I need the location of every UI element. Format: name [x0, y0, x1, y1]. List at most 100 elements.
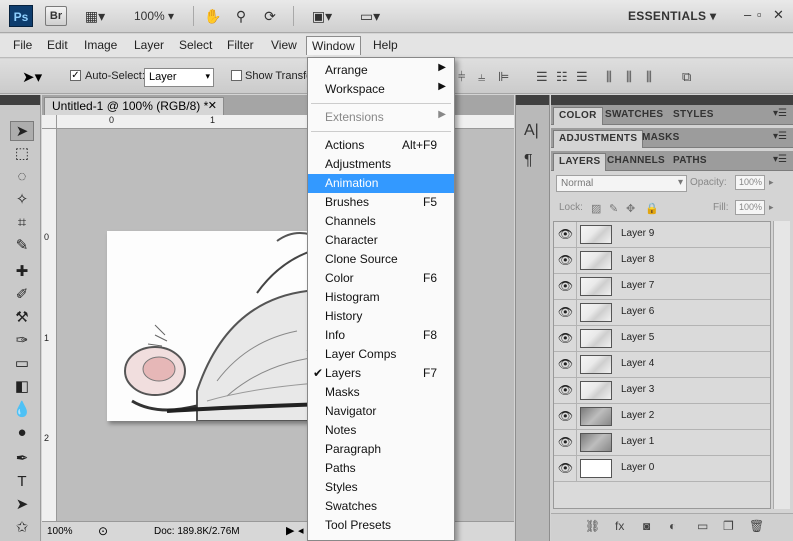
tab-color[interactable]: COLOR — [553, 107, 603, 125]
lasso-tool-icon[interactable]: ◌ — [10, 167, 34, 187]
blur-tool-icon[interactable]: 💧 — [10, 400, 34, 420]
menu-item-character[interactable]: Character — [308, 231, 454, 250]
fill-slider-arrow-icon[interactable]: ▸ — [769, 202, 774, 213]
hand-icon[interactable]: ✋ — [203, 7, 223, 25]
opacity-slider-arrow-icon[interactable]: ▸ — [769, 177, 774, 188]
panel-menu-icon[interactable]: ▾☰ — [773, 108, 787, 119]
marquee-tool-icon[interactable]: ⬚ — [10, 144, 34, 164]
link-layers-icon[interactable]: ⛓ — [585, 519, 600, 533]
tab-paths[interactable]: PATHS — [668, 153, 712, 171]
new-group-icon[interactable]: ▭ — [697, 519, 708, 533]
visibility-eye-icon[interactable]: 👁 — [555, 378, 577, 403]
launch-bridge-button[interactable]: Br — [45, 6, 67, 26]
layer-row[interactable]: 👁 Layer 7 — [554, 274, 770, 300]
tab-adjustments[interactable]: ADJUSTMENTS — [553, 130, 644, 148]
type-tool-icon[interactable]: T — [10, 472, 34, 492]
layer-row[interactable]: 👁 Layer 5 — [554, 326, 770, 352]
rotate-view-icon[interactable]: ⟳ — [259, 7, 281, 25]
visibility-eye-icon[interactable]: 👁 — [555, 326, 577, 351]
tab-swatches[interactable]: SWATCHES — [600, 107, 668, 125]
menu-item-histogram[interactable]: Histogram — [308, 288, 454, 307]
distribute-center-icon[interactable]: ⫼ — [626, 69, 632, 85]
tools-panel-header[interactable] — [0, 95, 40, 105]
auto-select-dropdown[interactable]: Layer ▾ — [144, 68, 214, 87]
panels-header[interactable] — [551, 95, 793, 105]
move-tool-preset-icon[interactable]: ➤▾ — [22, 68, 42, 86]
status-zoom[interactable]: 100% — [47, 526, 73, 537]
clone-stamp-tool-icon[interactable]: ⚒ — [10, 308, 34, 328]
menu-item-paths[interactable]: Paths — [308, 459, 454, 478]
menu-item-styles[interactable]: Styles — [308, 478, 454, 497]
menu-item-tool-presets[interactable]: Tool Presets — [308, 516, 454, 535]
paragraph-panel-icon[interactable]: ¶ — [524, 152, 533, 170]
view-extras-icon[interactable]: ▦▾ — [82, 7, 108, 25]
lock-all-icon[interactable]: 🔒 — [645, 202, 659, 215]
menu-item-extensions[interactable]: Extensions ▶ — [308, 108, 454, 127]
layer-row[interactable]: 👁 Layer 4 — [554, 352, 770, 378]
lock-pixels-icon[interactable]: ✎ — [609, 202, 618, 215]
visibility-eye-icon[interactable]: 👁 — [555, 352, 577, 377]
menu-item-adjustments[interactable]: Adjustments — [308, 155, 454, 174]
scroll-left-icon[interactable]: ◂ — [298, 524, 304, 537]
crop-tool-icon[interactable]: ⌗ — [10, 213, 34, 233]
tab-channels[interactable]: CHANNELS — [602, 153, 670, 171]
move-tool-icon[interactable]: ➤ — [10, 121, 34, 141]
menu-window[interactable]: Window — [306, 36, 361, 55]
menu-item-brushes[interactable]: Brushes F5 — [308, 193, 454, 212]
minimize-icon[interactable]: – — [744, 7, 751, 22]
panel-menu-icon[interactable]: ▾☰ — [773, 131, 787, 142]
menu-item-masks[interactable]: Masks — [308, 383, 454, 402]
close-icon[interactable]: ✕ — [208, 99, 217, 112]
auto-align-layers-icon[interactable]: ⧉ — [682, 69, 691, 85]
gradient-tool-icon[interactable]: ◧ — [10, 377, 34, 397]
quick-selection-tool-icon[interactable]: ✧ — [10, 190, 34, 210]
layer-row[interactable]: 👁 Layer 6 — [554, 300, 770, 326]
brush-tool-icon[interactable]: ✐ — [10, 285, 34, 305]
status-info-icon[interactable]: ⊙ — [98, 524, 108, 538]
distribute-top-icon[interactable]: ☰ — [536, 69, 548, 85]
align-bottom-icon[interactable]: ⫨ — [478, 69, 485, 85]
distribute-right-icon[interactable]: ⫼ — [646, 69, 652, 85]
blend-mode-dropdown[interactable]: Normal ▾ — [556, 175, 687, 192]
history-brush-tool-icon[interactable]: ✑ — [10, 331, 34, 351]
opacity-field[interactable]: 100% — [735, 175, 765, 190]
layer-style-icon[interactable]: fx — [615, 519, 624, 533]
eyedropper-tool-icon[interactable]: ✎ — [10, 236, 34, 256]
show-transform-checkbox[interactable] — [231, 70, 242, 81]
vertical-ruler[interactable]: 0 1 2 — [42, 129, 57, 521]
add-mask-icon[interactable]: ◙ — [643, 519, 650, 533]
tab-layers[interactable]: LAYERS — [553, 153, 607, 171]
distribute-bottom-icon[interactable]: ☰ — [576, 69, 588, 85]
visibility-eye-icon[interactable]: 👁 — [555, 248, 577, 273]
dock-header[interactable] — [516, 95, 549, 105]
document-tab[interactable]: Untitled-1 @ 100% (RGB/8) * ✕ — [44, 97, 224, 115]
menu-item-layers[interactable]: ✔ Layers F7 — [308, 364, 454, 383]
healing-brush-tool-icon[interactable]: ✚ — [10, 262, 34, 282]
layer-row[interactable]: 👁 Layer 3 — [554, 378, 770, 404]
layer-row[interactable]: 👁 Layer 0 — [554, 456, 770, 482]
menu-item-layer-comps[interactable]: Layer Comps — [308, 345, 454, 364]
lock-position-icon[interactable]: ✥ — [626, 202, 635, 215]
status-menu-arrow-icon[interactable]: ▶ — [286, 524, 294, 537]
custom-shape-tool-icon[interactable]: ✩ — [10, 518, 34, 538]
menu-select[interactable]: Select — [179, 38, 212, 52]
menu-layer[interactable]: Layer — [134, 38, 164, 52]
distribute-left-icon[interactable]: ⫼ — [606, 69, 612, 85]
menu-item-paragraph[interactable]: Paragraph — [308, 440, 454, 459]
visibility-eye-icon[interactable]: 👁 — [555, 300, 577, 325]
close-icon[interactable]: ✕ — [773, 7, 784, 23]
visibility-eye-icon[interactable]: 👁 — [555, 456, 577, 481]
layer-row[interactable]: 👁 Layer 1 — [554, 430, 770, 456]
visibility-eye-icon[interactable]: 👁 — [555, 274, 577, 299]
menu-file[interactable]: File — [13, 38, 32, 52]
auto-select-checkbox[interactable]: ✓ — [70, 70, 81, 81]
menu-item-clone-source[interactable]: Clone Source — [308, 250, 454, 269]
menu-item-info[interactable]: Info F8 — [308, 326, 454, 345]
dodge-tool-icon[interactable]: ● — [10, 423, 34, 443]
menu-help[interactable]: Help — [373, 38, 398, 52]
layer-row[interactable]: 👁 Layer 2 — [554, 404, 770, 430]
eraser-tool-icon[interactable]: ▭ — [10, 354, 34, 374]
zoom-icon[interactable]: ⚲ — [231, 7, 251, 25]
path-selection-tool-icon[interactable]: ➤ — [10, 495, 34, 515]
character-panel-icon[interactable]: A| — [524, 122, 539, 140]
